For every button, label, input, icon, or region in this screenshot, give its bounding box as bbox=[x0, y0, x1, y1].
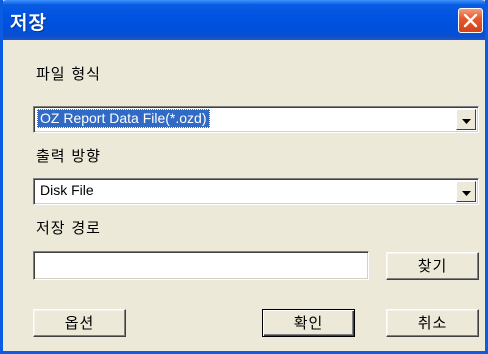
dropdown-arrow-icon bbox=[461, 182, 471, 201]
cancel-button[interactable]: 취소 bbox=[386, 309, 479, 337]
dropdown-arrow-icon bbox=[461, 110, 471, 129]
save-path-label: 저장 경로 bbox=[36, 219, 101, 237]
ok-button[interactable]: 확인 bbox=[262, 309, 355, 337]
browse-button-label: 찾기 bbox=[417, 257, 448, 275]
file-format-dropdown-button[interactable] bbox=[456, 109, 476, 130]
output-direction-selected-value: Disk File bbox=[40, 182, 94, 198]
file-format-label: 파일 형식 bbox=[36, 65, 101, 83]
output-direction-select[interactable]: Disk File bbox=[33, 178, 479, 205]
output-direction-label: 출력 방향 bbox=[36, 147, 101, 165]
close-button[interactable] bbox=[458, 8, 483, 33]
save-dialog: 저장 파일 형식 OZ Report Data File(*.ozd) 출력 방… bbox=[0, 0, 488, 354]
dialog-title: 저장 bbox=[10, 12, 47, 34]
options-button-label: 옵션 bbox=[64, 314, 95, 332]
browse-button[interactable]: 찾기 bbox=[386, 252, 479, 280]
ok-button-label: 확인 bbox=[293, 314, 324, 332]
cancel-button-label: 취소 bbox=[417, 314, 448, 332]
file-format-select[interactable]: OZ Report Data File(*.ozd) bbox=[33, 106, 479, 133]
save-path-input[interactable] bbox=[33, 251, 369, 280]
title-bar[interactable]: 저장 bbox=[3, 0, 485, 40]
output-direction-dropdown-button[interactable] bbox=[456, 181, 476, 202]
file-format-selected-value: OZ Report Data File(*.ozd) bbox=[37, 109, 210, 128]
options-button[interactable]: 옵션 bbox=[33, 309, 126, 337]
close-icon bbox=[463, 13, 478, 28]
